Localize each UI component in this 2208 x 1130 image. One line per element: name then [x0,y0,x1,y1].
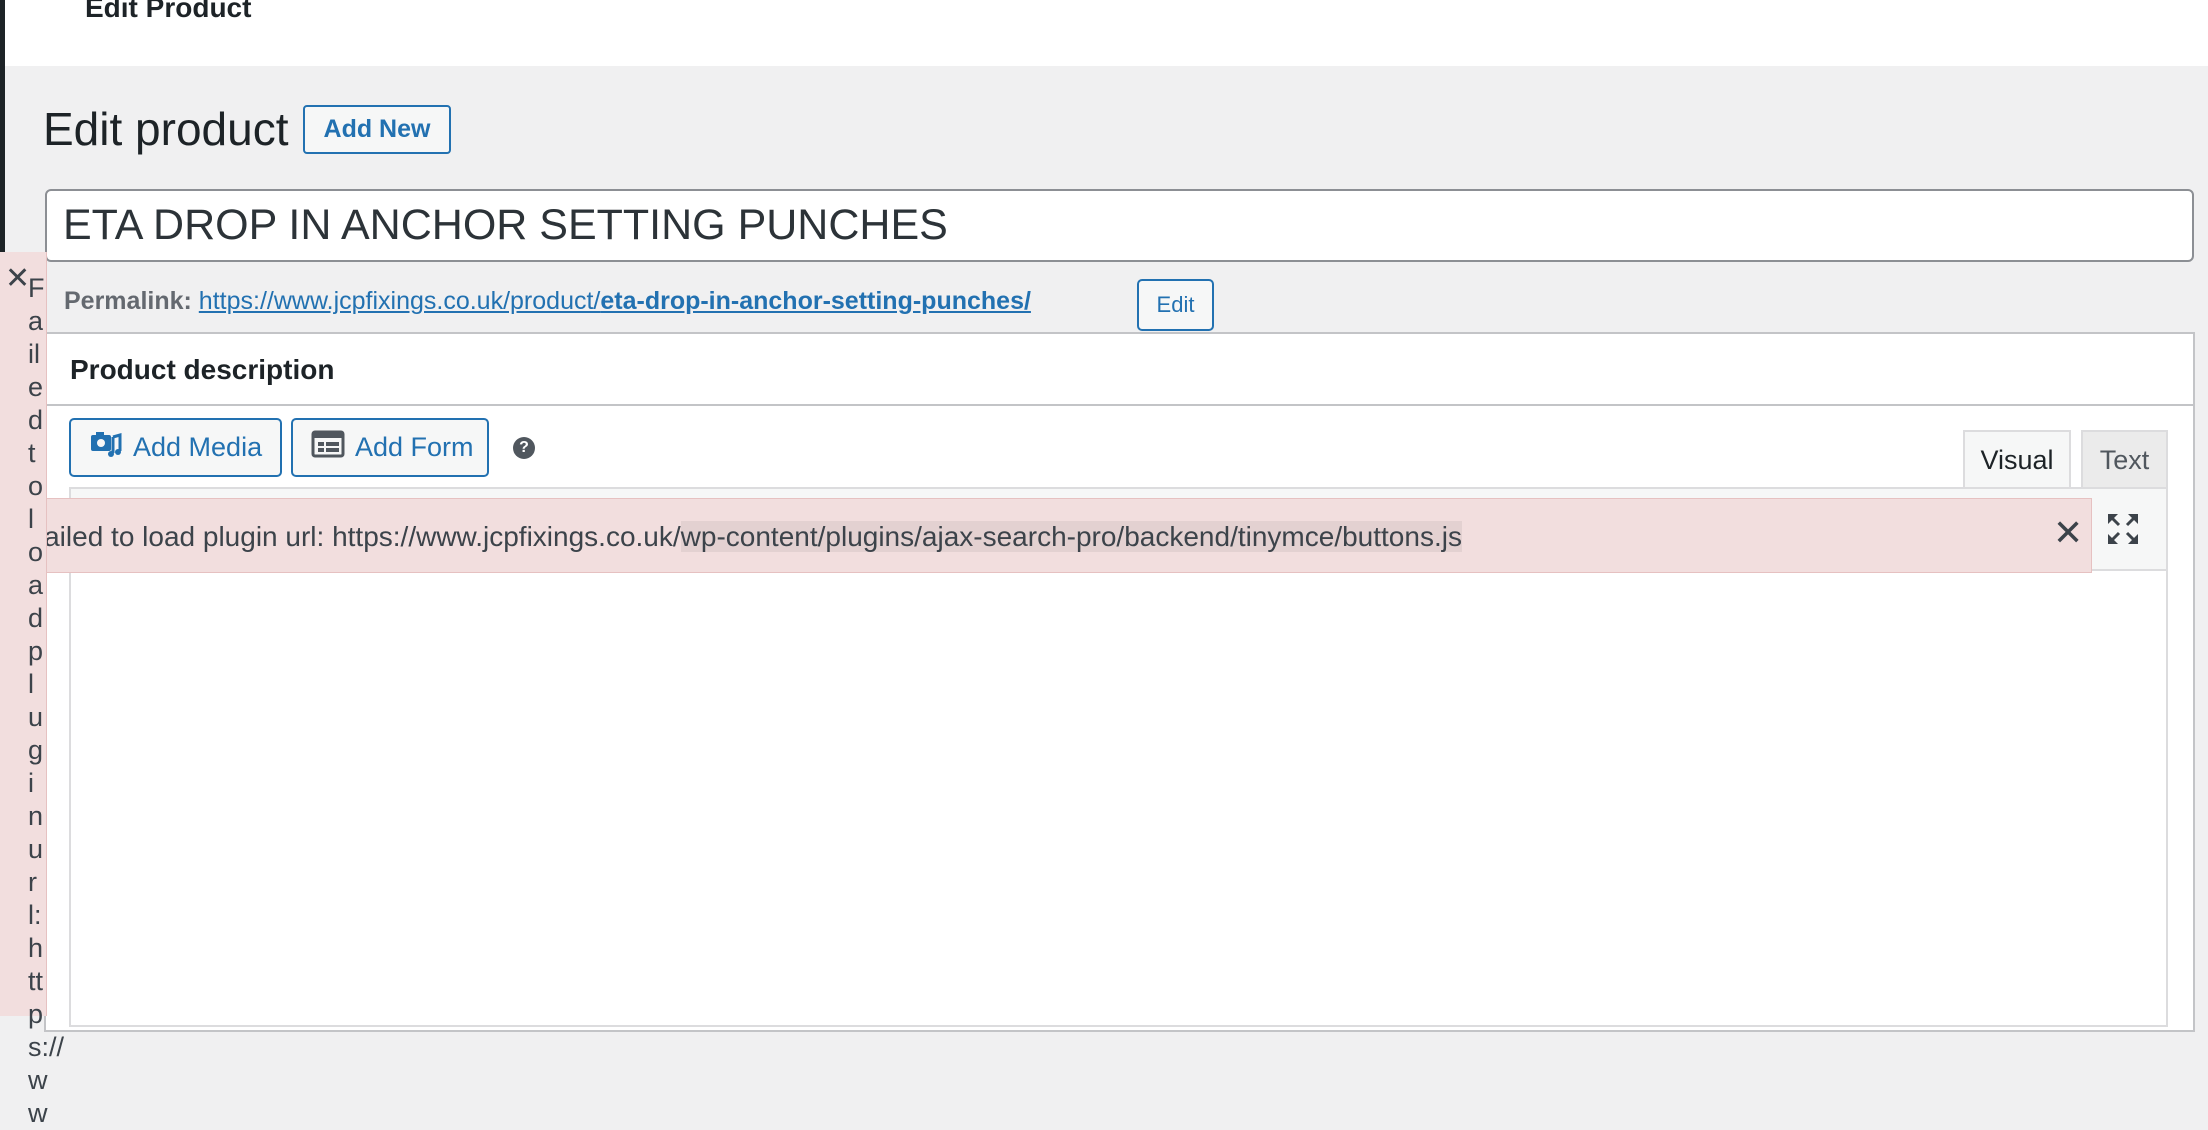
postbox-title: Product description [70,354,335,385]
add-form-label: Add Form [355,432,474,462]
tab-text[interactable]: Text [2081,430,2168,488]
permalink-slug: eta-drop-in-anchor-setting-punches/ [600,287,1031,315]
add-media-icon [89,429,123,466]
page-title: Edit product [43,103,289,155]
permalink: Permalink: https://www.jcpfixings.co.uk/… [64,287,1031,316]
form-icon [311,430,345,465]
close-icon[interactable]: ✕ [5,264,30,294]
notice-text-highlight: wp-content/plugins/ajax-search-pro/backe… [680,521,1462,552]
side-notice-text: Failed to load plugin url: https://ww [28,273,65,1128]
permalink-edit-button[interactable]: Edit [1137,279,1214,331]
add-form-button[interactable]: Add Form [291,418,489,477]
permalink-label: Permalink: [64,287,192,315]
notice-text: Failed to load plugin url: https://www.j… [27,521,1462,553]
add-media-button[interactable]: Add Media [69,418,282,477]
postbox-header[interactable]: Product description [46,334,2193,406]
close-icon[interactable]: ✕ [2053,515,2083,551]
permalink-link[interactable]: https://www.jcpfixings.co.uk/product/eta… [199,287,1031,315]
add-new-button[interactable]: Add New [303,105,451,154]
fullscreen-icon[interactable] [2105,511,2141,547]
permalink-base: https://www.jcpfixings.co.uk/product/ [198,287,601,315]
notice-text-prefix: Failed to load plugin url: https://www.j… [27,521,681,552]
tab-visual[interactable]: Visual [1963,430,2071,488]
top-bar-title: Edit Product [85,0,252,23]
top-bar: Edit Product [5,0,2208,66]
plugin-error-notice: Failed to load plugin url: https://www.j… [0,498,2092,573]
product-title-input[interactable] [45,189,2194,262]
question-icon[interactable]: ? [513,437,535,459]
add-media-label: Add Media [133,432,263,462]
